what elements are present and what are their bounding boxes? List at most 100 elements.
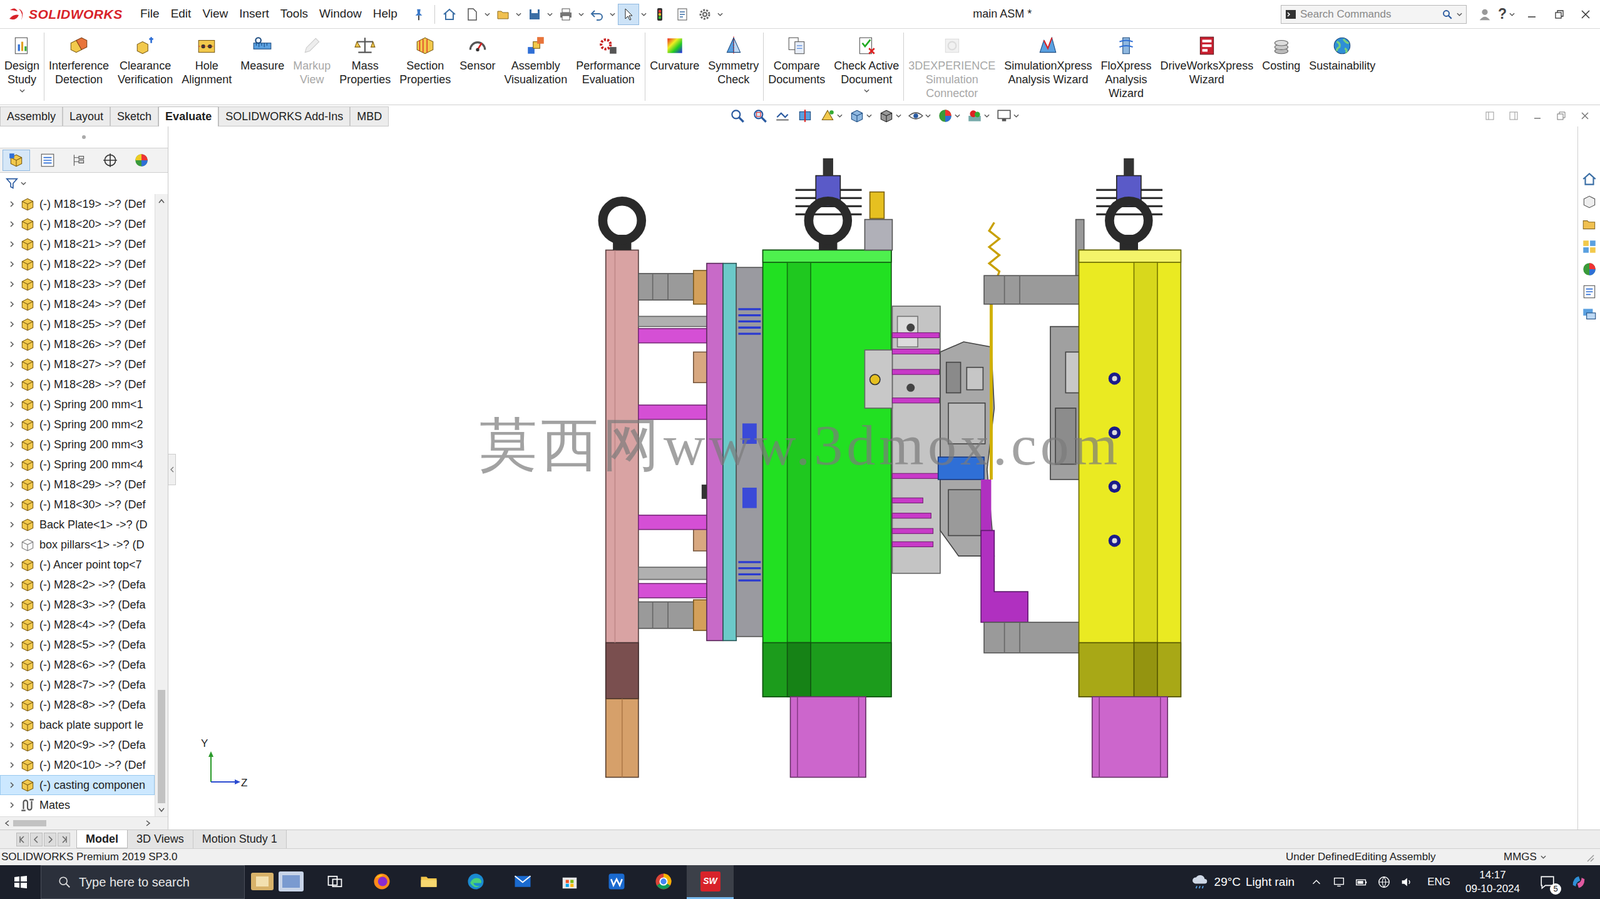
ribbon-button[interactable]: FloXpress Analysis Wizard	[1096, 32, 1156, 101]
scroll-down-icon[interactable]	[155, 803, 168, 817]
tree-row[interactable]: (-) Spring 200 mm<2	[0, 414, 155, 435]
menu-item[interactable]: Insert	[233, 5, 275, 24]
close-icon[interactable]	[1576, 5, 1595, 24]
ribbon-button[interactable]: Curvature	[645, 32, 704, 101]
filter-icon[interactable]	[5, 176, 19, 191]
command-tab[interactable]: Evaluate	[158, 106, 219, 127]
rebuild-button[interactable]	[649, 3, 671, 26]
network-icon[interactable]	[1375, 869, 1393, 895]
tree-row[interactable]: (-) M20<10> ->? (Def	[0, 754, 155, 775]
expand-arrow-icon[interactable]	[8, 681, 16, 689]
doc-restore-icon[interactable]	[1553, 108, 1569, 124]
ribbon-button[interactable]: Check Active Document	[829, 32, 904, 101]
command-tab[interactable]: Layout	[62, 106, 111, 127]
expand-arrow-icon[interactable]	[8, 721, 16, 729]
last-tab-icon[interactable]	[57, 832, 71, 847]
ribbon-button[interactable]: SimulationXpress Analysis Wizard	[999, 32, 1097, 101]
dropdown-caret-icon[interactable]	[863, 88, 870, 93]
mold-assembly-model[interactable]	[168, 126, 1578, 830]
heads-up-button[interactable]	[933, 107, 964, 124]
expand-arrow-icon[interactable]	[8, 761, 16, 769]
menu-item[interactable]: Window	[313, 5, 368, 24]
undo-button[interactable]	[586, 3, 608, 26]
user-icon[interactable]	[1477, 7, 1492, 22]
dropdown-caret-icon[interactable]	[20, 181, 27, 186]
tree-row[interactable]: (-) M18<30> ->? (Def	[0, 494, 155, 515]
tree-row[interactable]: (-) M18<25> ->? (Def	[0, 314, 155, 335]
help-glyph[interactable]: ?	[1497, 3, 1507, 26]
ribbon-button[interactable]: Assembly Visualization	[499, 32, 572, 101]
dropdown-caret-icon[interactable]	[895, 113, 902, 118]
menu-item[interactable]: Tools	[274, 5, 314, 24]
tree-row[interactable]: Mates	[0, 794, 155, 816]
tree-row[interactable]: (-) M28<4> ->? (Defa	[0, 614, 155, 635]
tree-row[interactable]: (-) M28<6> ->? (Defa	[0, 654, 155, 675]
forum-icon[interactable]	[1579, 302, 1600, 326]
heads-up-button[interactable]	[726, 107, 749, 124]
chrome-taskbar-button[interactable]	[639, 865, 687, 899]
unit-system[interactable]: MMGS	[1503, 848, 1579, 866]
expand-arrow-icon[interactable]	[8, 580, 16, 589]
tree-row[interactable]: (-) Ancer point top<7	[0, 554, 155, 575]
search-box[interactable]	[1280, 5, 1467, 24]
panel-collapse-icon[interactable]	[168, 453, 176, 486]
command-tab[interactable]: Sketch	[110, 106, 159, 127]
heads-up-button[interactable]	[793, 107, 817, 124]
weather-widget[interactable]: 29°CLight rain	[1190, 872, 1309, 892]
expand-arrow-icon[interactable]	[8, 661, 16, 669]
resize-grip-icon[interactable]	[1578, 851, 1600, 862]
scroll-up-icon[interactable]	[155, 194, 168, 208]
tree-row[interactable]: (-) M18<21> ->? (Def	[0, 234, 155, 255]
volume-icon[interactable]	[1398, 869, 1415, 895]
command-tab[interactable]: MBD	[349, 106, 389, 127]
solidworks-resources-icon[interactable]	[1579, 167, 1600, 191]
next-tab-icon[interactable]	[43, 832, 57, 847]
ribbon-button[interactable]: Interference Detection	[44, 32, 114, 101]
dropdown-caret-icon[interactable]	[515, 12, 523, 17]
expand-arrow-icon[interactable]	[8, 620, 16, 629]
battery-icon[interactable]	[1353, 869, 1370, 895]
heads-up-button[interactable]	[816, 107, 846, 124]
bottom-tab[interactable]: 3D Views	[127, 830, 194, 849]
expand-arrow-icon[interactable]	[8, 500, 16, 509]
dimxpert-manager-tab[interactable]	[96, 149, 124, 171]
configuration-manager-tab[interactable]	[65, 149, 93, 171]
tree-row[interactable]: (-) M28<2> ->? (Defa	[0, 574, 155, 595]
tree-row[interactable]: Back Plate<1> ->? (D	[0, 514, 155, 535]
expand-arrow-icon[interactable]	[8, 200, 16, 208]
scroll-thumb[interactable]	[157, 689, 166, 804]
dropdown-caret-icon[interactable]	[546, 12, 554, 17]
expand-arrow-icon[interactable]	[8, 240, 16, 248]
task-view-taskbar-button[interactable]	[311, 865, 359, 899]
design-library-icon[interactable]	[1579, 190, 1600, 213]
expand-arrow-icon[interactable]	[8, 741, 16, 749]
copilot-icon[interactable]	[1567, 869, 1590, 895]
menu-item[interactable]: Help	[367, 5, 404, 24]
firefox-taskbar-button[interactable]	[358, 865, 406, 899]
taskbar-search[interactable]	[40, 865, 245, 899]
windows-start-icon[interactable]	[0, 865, 41, 899]
tree-row[interactable]: (-) casting componen	[0, 774, 155, 795]
expand-arrow-icon[interactable]	[8, 360, 16, 369]
expand-arrow-icon[interactable]	[8, 641, 16, 649]
tree-row[interactable]: (-) Spring 200 mm<1	[0, 394, 155, 415]
ribbon-button[interactable]: Mass Properties	[334, 32, 395, 101]
first-tab-icon[interactable]	[16, 832, 29, 847]
expand-arrow-icon[interactable]	[8, 420, 16, 429]
search-input[interactable]	[1300, 6, 1438, 23]
expand-arrow-icon[interactable]	[8, 701, 16, 709]
restore-icon[interactable]	[1548, 5, 1570, 24]
scroll-right-icon[interactable]	[141, 816, 155, 830]
tree-row[interactable]: (-) M18<23> ->? (Def	[0, 274, 155, 295]
new-button[interactable]	[461, 3, 483, 26]
file-explorer-icon[interactable]	[1579, 212, 1600, 236]
print-button[interactable]	[555, 3, 577, 26]
ribbon-button[interactable]: Section Properties	[394, 32, 456, 101]
doc-close-icon[interactable]	[1577, 108, 1593, 124]
tree-row[interactable]: (-) M18<22> ->? (Def	[0, 254, 155, 275]
ribbon-button[interactable]: Symmetry Check	[703, 32, 764, 101]
expand-arrow-icon[interactable]	[8, 220, 16, 228]
tile-horizontal-icon[interactable]	[1482, 108, 1498, 124]
heads-up-button[interactable]	[992, 107, 1023, 124]
dropdown-caret-icon[interactable]	[1509, 12, 1515, 17]
